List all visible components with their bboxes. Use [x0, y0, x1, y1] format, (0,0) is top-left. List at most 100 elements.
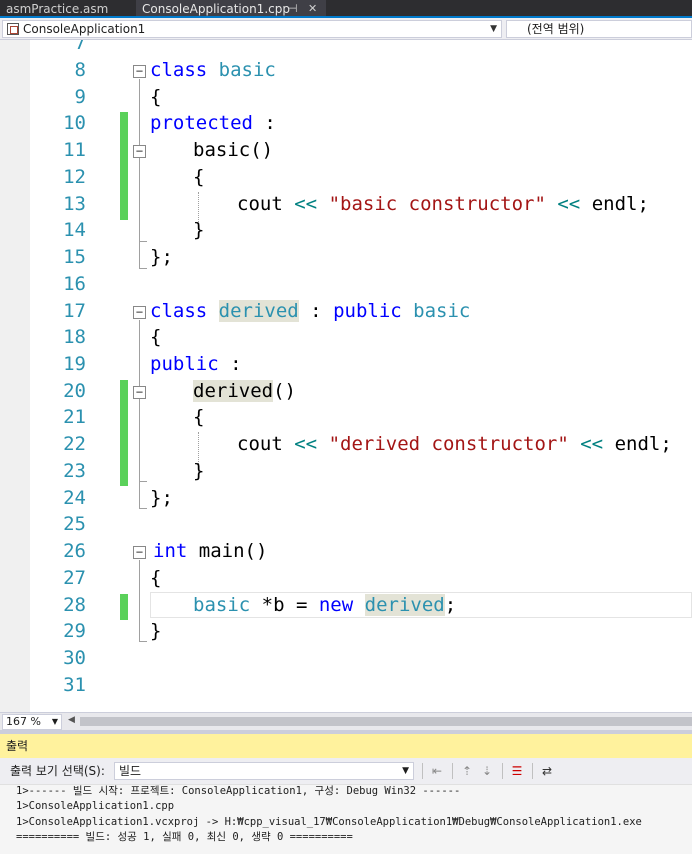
output-source-dropdown[interactable]: 빌드 ▼ — [114, 762, 414, 780]
tab-label: asmPractice.asm — [6, 2, 109, 16]
scroll-left-icon[interactable]: ◀ — [68, 715, 75, 725]
code-text: cout — [237, 433, 283, 455]
code-line[interactable]: public : — [150, 351, 242, 378]
operator: << — [294, 193, 318, 215]
code-line[interactable]: }; — [150, 244, 173, 271]
class-name: derived — [364, 594, 445, 616]
line-number: 12 — [63, 166, 86, 188]
output-source-value: 빌드 — [119, 764, 142, 778]
code-line[interactable]: class basic — [150, 57, 276, 84]
line-number: 31 — [63, 674, 86, 696]
word-wrap-icon[interactable]: ⇄ — [538, 762, 556, 780]
line-number: 10 — [63, 112, 86, 134]
line-number: 29 — [63, 620, 86, 642]
previous-message-icon[interactable]: ⇡ — [458, 762, 476, 780]
output-text-area[interactable]: 1>------ 빌드 시작: 프로젝트: ConsoleApplication… — [0, 784, 692, 854]
output-toolbar: 출력 보기 선택(S): 빌드 ▼ ⇤ ⇡ ⇣ ☰ ⇄ — [0, 758, 692, 784]
line-number: 8 — [74, 59, 86, 81]
operator: << — [580, 433, 604, 455]
keyword: class — [150, 59, 208, 81]
code-line[interactable]: }; — [150, 485, 173, 512]
line-number: 21 — [63, 406, 86, 428]
code-line[interactable]: cout << "basic constructor" << endl; — [237, 191, 649, 218]
toolbar-separator — [452, 763, 453, 779]
keyword: int — [153, 540, 188, 562]
code-line[interactable]: protected : — [150, 110, 276, 137]
keyword: protected — [150, 112, 253, 134]
output-line: 1>ConsoleApplication1.vcxproj -> H:₩cpp_… — [16, 816, 642, 828]
zoom-level: 167 % — [6, 715, 41, 728]
next-message-icon[interactable]: ⇣ — [478, 762, 496, 780]
output-line: 1>------ 빌드 시작: 프로젝트: ConsoleApplication… — [16, 785, 461, 797]
string-literal: "derived constructor" — [328, 433, 569, 455]
code-line[interactable]: basic() — [193, 137, 273, 164]
code-line[interactable]: derived() — [193, 378, 296, 405]
line-number: 23 — [63, 460, 86, 482]
code-text: cout — [237, 193, 283, 215]
code-line[interactable]: { — [150, 84, 161, 111]
line-number: 25 — [63, 513, 86, 535]
line-number: 20 — [63, 380, 86, 402]
output-panel-title[interactable]: 출력 — [0, 734, 692, 758]
code-line[interactable]: cout << "derived constructor" << endl; — [237, 431, 672, 458]
project-name: ConsoleApplication1 — [23, 22, 146, 36]
tab-label: ConsoleApplication1.cpp — [142, 2, 290, 16]
line-number: 9 — [74, 86, 86, 108]
code-line[interactable]: { — [150, 324, 161, 351]
chevron-down-icon[interactable]: ▼ — [52, 715, 58, 729]
line-number: 11 — [63, 139, 86, 161]
chevron-down-icon[interactable]: ▼ — [490, 21, 497, 37]
navigation-bar: ConsoleApplication1 ▼ (전역 범위) — [0, 18, 692, 40]
code-text: endl; — [614, 433, 672, 455]
code-text: endl; — [591, 193, 649, 215]
output-source-label: 출력 보기 선택(S): — [10, 764, 105, 778]
code-line[interactable]: { — [193, 404, 204, 431]
keyword: public — [333, 300, 402, 322]
line-number: 7 — [74, 40, 86, 54]
code-line[interactable]: } — [150, 618, 161, 645]
code-editor[interactable]: − − − − − 7 8 class basic 9 { 10 protect… — [0, 40, 692, 712]
line-number: 22 — [63, 433, 86, 455]
line-number: 18 — [63, 326, 86, 348]
keyword: new — [318, 594, 354, 616]
string-literal: "basic constructor" — [328, 193, 546, 215]
code-line[interactable]: } — [193, 217, 204, 244]
code-line[interactable]: } — [193, 458, 204, 485]
class-name: basic — [218, 59, 276, 81]
chevron-down-icon[interactable]: ▼ — [402, 763, 409, 779]
code-line[interactable]: { — [193, 164, 204, 191]
operator: << — [294, 433, 318, 455]
code-line[interactable]: basic *b = new derived; — [193, 592, 456, 619]
scope-name: (전역 범위) — [527, 22, 585, 36]
horizontal-scrollbar-thumb[interactable] — [80, 717, 692, 726]
operator: << — [557, 193, 581, 215]
code-line[interactable]: int main() — [153, 538, 267, 565]
line-number: 27 — [63, 567, 86, 589]
scope-dropdown[interactable]: (전역 범위) — [506, 20, 692, 38]
find-message-icon[interactable]: ⇤ — [428, 762, 446, 780]
toolbar-separator — [532, 763, 533, 779]
code-text: : — [252, 112, 276, 134]
clear-all-icon[interactable]: ☰ — [508, 762, 526, 780]
code-line[interactable]: class derived : public basic — [150, 298, 470, 325]
zoom-dropdown[interactable]: 167 % ▼ — [2, 714, 62, 730]
class-name: derived — [218, 300, 299, 322]
line-number: 24 — [63, 487, 86, 509]
keyword: class — [150, 300, 208, 322]
line-number: 16 — [63, 273, 86, 295]
project-icon — [7, 23, 19, 35]
toolbar-separator — [502, 763, 503, 779]
output-line: ========== 빌드: 성공 1, 실패 0, 최신 0, 생략 0 ==… — [16, 831, 353, 843]
line-number: 17 — [63, 300, 86, 322]
code-line[interactable]: { — [150, 565, 161, 592]
project-dropdown[interactable]: ConsoleApplication1 ▼ — [2, 20, 502, 38]
toolbar-separator — [422, 763, 423, 779]
code-text: ; — [444, 594, 457, 616]
class-name: basic — [413, 300, 471, 322]
output-line: 1>ConsoleApplication1.cpp — [16, 800, 175, 812]
line-number: 15 — [63, 246, 86, 268]
line-number: 26 — [63, 540, 86, 562]
line-number: 13 — [63, 193, 86, 215]
line-number: 30 — [63, 647, 86, 669]
horizontal-scrollbar-area: 167 % ▼ ◀ — [0, 712, 692, 730]
